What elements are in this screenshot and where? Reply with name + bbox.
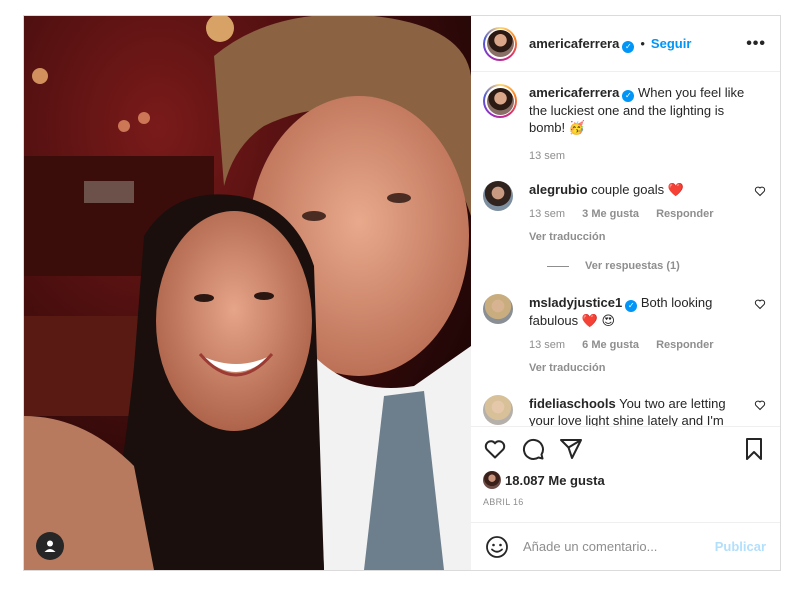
verified-badge-icon: ✓ [622, 40, 635, 53]
avatar-image [486, 30, 514, 57]
separator-dot: • [640, 36, 645, 51]
follow-button[interactable]: Seguir [651, 36, 691, 51]
heart-outline-icon[interactable] [754, 298, 766, 310]
post-photo[interactable] [24, 16, 471, 570]
selfie-image [24, 16, 471, 570]
bookmark-icon[interactable] [742, 437, 766, 461]
likes-count: 18.087 Me gusta [505, 472, 605, 488]
publish-button[interactable]: Publicar [715, 539, 766, 554]
post-date[interactable]: ABRIL 16 [483, 497, 766, 507]
more-options-icon[interactable]: ••• [746, 35, 766, 53]
avatar-image [486, 87, 514, 115]
comment-item: fideliaschools You two are letting your … [483, 395, 766, 426]
commenter-avatar[interactable] [483, 181, 513, 211]
reply-button[interactable]: Responder [656, 339, 713, 351]
author-username-wrap: americaferrera ✓ [529, 35, 635, 53]
comment-likes[interactable]: 3 Me gusta [582, 208, 639, 220]
caption-body: americaferrera ✓ When you feel like the l… [529, 84, 766, 165]
heart-outline-icon[interactable] [754, 399, 766, 411]
comment-text: couple goals ❤️ [591, 182, 684, 197]
comment-icon[interactable] [521, 437, 545, 461]
comment-input[interactable] [521, 538, 715, 555]
see-translation-link[interactable]: Ver traducción [529, 229, 744, 246]
post-side-panel: americaferrera ✓ • Seguir ••• americaferr… [471, 16, 780, 570]
comment-username[interactable]: alegrubio [529, 182, 588, 197]
caption: americaferrera ✓ When you feel like the l… [483, 84, 766, 165]
view-replies-button[interactable]: Ver respuestas (1) [547, 260, 766, 272]
likes-summary[interactable]: 18.087 Me gusta [483, 471, 766, 489]
comment-meta: 13 sem 3 Me gusta Responder [529, 206, 744, 223]
heart-outline-icon[interactable] [483, 437, 507, 461]
verified-badge-icon: ✓ [622, 90, 635, 102]
post-card: americaferrera ✓ • Seguir ••• americaferr… [23, 15, 781, 571]
comment-body: msladyjustice1 ✓ Both looking fabulous ❤️… [529, 294, 766, 377]
author-username[interactable]: americaferrera [529, 36, 619, 51]
tag-users-button[interactable] [36, 532, 64, 560]
caption-time[interactable]: 13 sem [529, 150, 565, 162]
comment-likes[interactable]: 6 Me gusta [582, 339, 639, 351]
heart-outline-icon[interactable] [754, 185, 766, 197]
post-actions-section: 18.087 Me gusta ABRIL 16 [471, 426, 780, 522]
reply-button[interactable]: Responder [656, 208, 713, 220]
comment-item: msladyjustice1 ✓ Both looking fabulous ❤️… [483, 294, 766, 377]
user-tag-icon [44, 540, 56, 552]
liker-avatar [483, 471, 501, 489]
view-replies-label: Ver respuestas (1) [585, 260, 680, 272]
comment-username[interactable]: msladyjustice1 [529, 295, 622, 310]
commenter-avatar[interactable] [483, 294, 513, 324]
commenter-avatar[interactable] [483, 395, 513, 425]
caption-username[interactable]: americaferrera [529, 85, 619, 100]
add-comment-bar: Publicar [471, 522, 780, 570]
emoji-icon[interactable] [485, 535, 509, 559]
caption-avatar[interactable] [483, 84, 517, 118]
send-icon[interactable] [559, 437, 583, 461]
avatar-border [485, 28, 515, 59]
comment-time[interactable]: 13 sem [529, 208, 565, 220]
comment-body: alegrubio couple goals ❤️ 13 sem 3 Me gu… [529, 181, 766, 246]
comment-time[interactable]: 13 sem [529, 339, 565, 351]
post-header: americaferrera ✓ • Seguir ••• [471, 16, 780, 72]
comment-username[interactable]: fideliaschools [529, 396, 616, 411]
comments-list[interactable]: americaferrera ✓ When you feel like the l… [471, 72, 780, 426]
caption-meta: 13 sem [529, 148, 746, 165]
comment-meta: 13 sem 6 Me gusta Responder [529, 337, 744, 354]
see-translation-link[interactable]: Ver traducción [529, 360, 744, 377]
author-avatar[interactable] [483, 26, 517, 61]
comment-body: fideliaschools You two are letting your … [529, 395, 766, 426]
action-bar [483, 437, 766, 461]
replies-divider [547, 265, 569, 267]
verified-badge-icon: ✓ [625, 300, 638, 312]
avatar-border [485, 86, 515, 116]
comment-item: alegrubio couple goals ❤️ 13 sem 3 Me gu… [483, 181, 766, 246]
